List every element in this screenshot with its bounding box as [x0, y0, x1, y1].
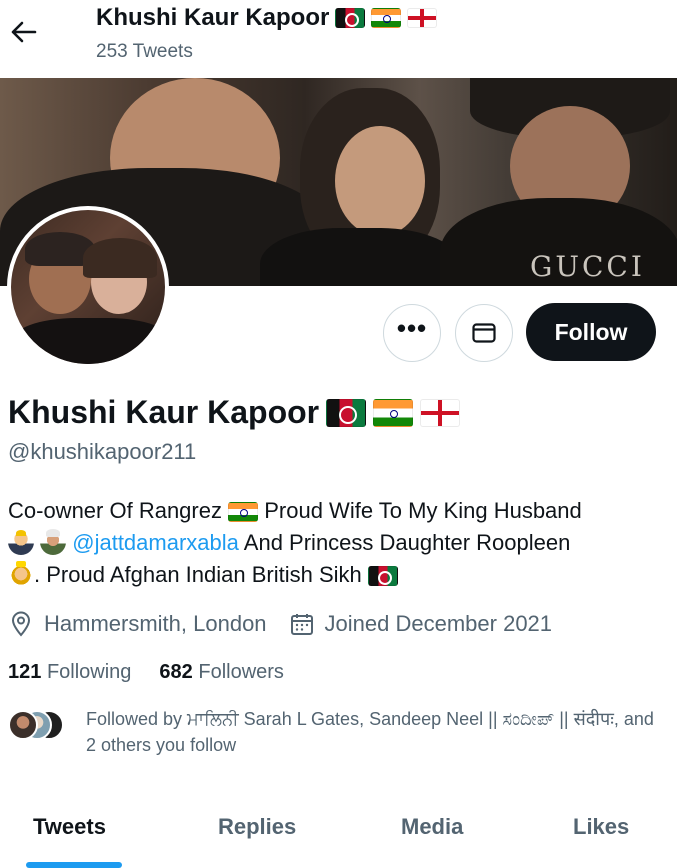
- more-options-button[interactable]: •••: [383, 304, 441, 362]
- profile-name-row: Khushi Kaur Kapoor: [8, 394, 461, 431]
- header-name-row: Khushi Kaur Kapoor: [96, 4, 438, 32]
- afghanistan-flag-icon: [335, 8, 366, 28]
- avatar: [8, 710, 38, 740]
- following-count: 121: [8, 661, 42, 683]
- header-name: Khushi Kaur Kapoor: [96, 4, 330, 31]
- envelope-icon: [472, 323, 496, 343]
- sikh-man-emoji-icon: [40, 529, 67, 555]
- location-text: Hammersmith, London: [44, 611, 267, 636]
- avatar-body: [11, 318, 165, 364]
- following-link[interactable]: 121 Following: [8, 661, 131, 683]
- bio-mention-link[interactable]: @jattdamarxabla: [72, 530, 239, 555]
- bio-text: . Proud Afghan Indian British Sikh: [34, 562, 362, 587]
- banner-shape: [335, 126, 425, 236]
- avatar[interactable]: [7, 206, 169, 368]
- profile-header: Khushi Kaur Kapoor 253 Tweets: [0, 0, 677, 78]
- england-flag-icon: [407, 8, 438, 28]
- joined-text: Joined December 2021: [324, 611, 553, 636]
- message-button[interactable]: [455, 304, 513, 362]
- afghanistan-flag-icon: [367, 566, 398, 587]
- followers-link[interactable]: 682 Followers: [159, 661, 284, 683]
- india-flag-icon: [371, 8, 402, 28]
- location-pin-icon: [8, 609, 34, 639]
- followers-count: 682: [159, 661, 193, 683]
- princess-emoji-icon: [8, 561, 34, 587]
- profile-bio: Co-owner Of Rangrez Proud Wife To My Kin…: [8, 495, 668, 591]
- tab-media[interactable]: Media: [401, 814, 463, 840]
- tab-likes[interactable]: Likes: [573, 814, 629, 840]
- bio-text: Co-owner Of Rangrez: [8, 498, 222, 523]
- afghanistan-flag-icon: [326, 398, 367, 427]
- profile-meta: Hammersmith, London Joined December 2021: [8, 609, 552, 639]
- bio-text: Proud Wife To My King Husband: [264, 498, 582, 523]
- tab-replies[interactable]: Replies: [218, 814, 296, 840]
- display-name: Khushi Kaur Kapoor: [8, 394, 320, 430]
- followed-by-text: Followed by ਮਾਲਿਨੀ Sarah L Gates, Sandee…: [86, 709, 654, 755]
- handle: @khushikapoor211: [8, 439, 197, 464]
- calendar-icon: [289, 609, 315, 639]
- man-emoji-icon: [8, 529, 34, 555]
- more-icon: •••: [396, 313, 428, 343]
- tweet-count: 253 Tweets: [96, 41, 193, 62]
- following-label: Following: [46, 661, 132, 683]
- followers-label: Followers: [198, 661, 284, 683]
- banner-shape: [260, 228, 460, 286]
- tab-tweets[interactable]: Tweets: [33, 814, 106, 840]
- banner-shirt-text: GUCCI: [530, 250, 645, 283]
- follow-stats: 121 Following 682 Followers: [8, 661, 284, 684]
- profile-tabs: Tweets Replies Media Likes: [0, 800, 677, 868]
- england-flag-icon: [420, 398, 461, 427]
- followed-by-avatars: [8, 710, 68, 740]
- follow-button[interactable]: Follow: [526, 303, 656, 361]
- arrow-left-icon[interactable]: [8, 14, 40, 50]
- active-tab-indicator: [26, 862, 122, 868]
- india-flag-icon: [373, 398, 414, 427]
- bio-text: And Princess Daughter Roopleen: [243, 530, 571, 555]
- india-flag-icon: [228, 502, 259, 523]
- avatar-hair: [83, 238, 157, 278]
